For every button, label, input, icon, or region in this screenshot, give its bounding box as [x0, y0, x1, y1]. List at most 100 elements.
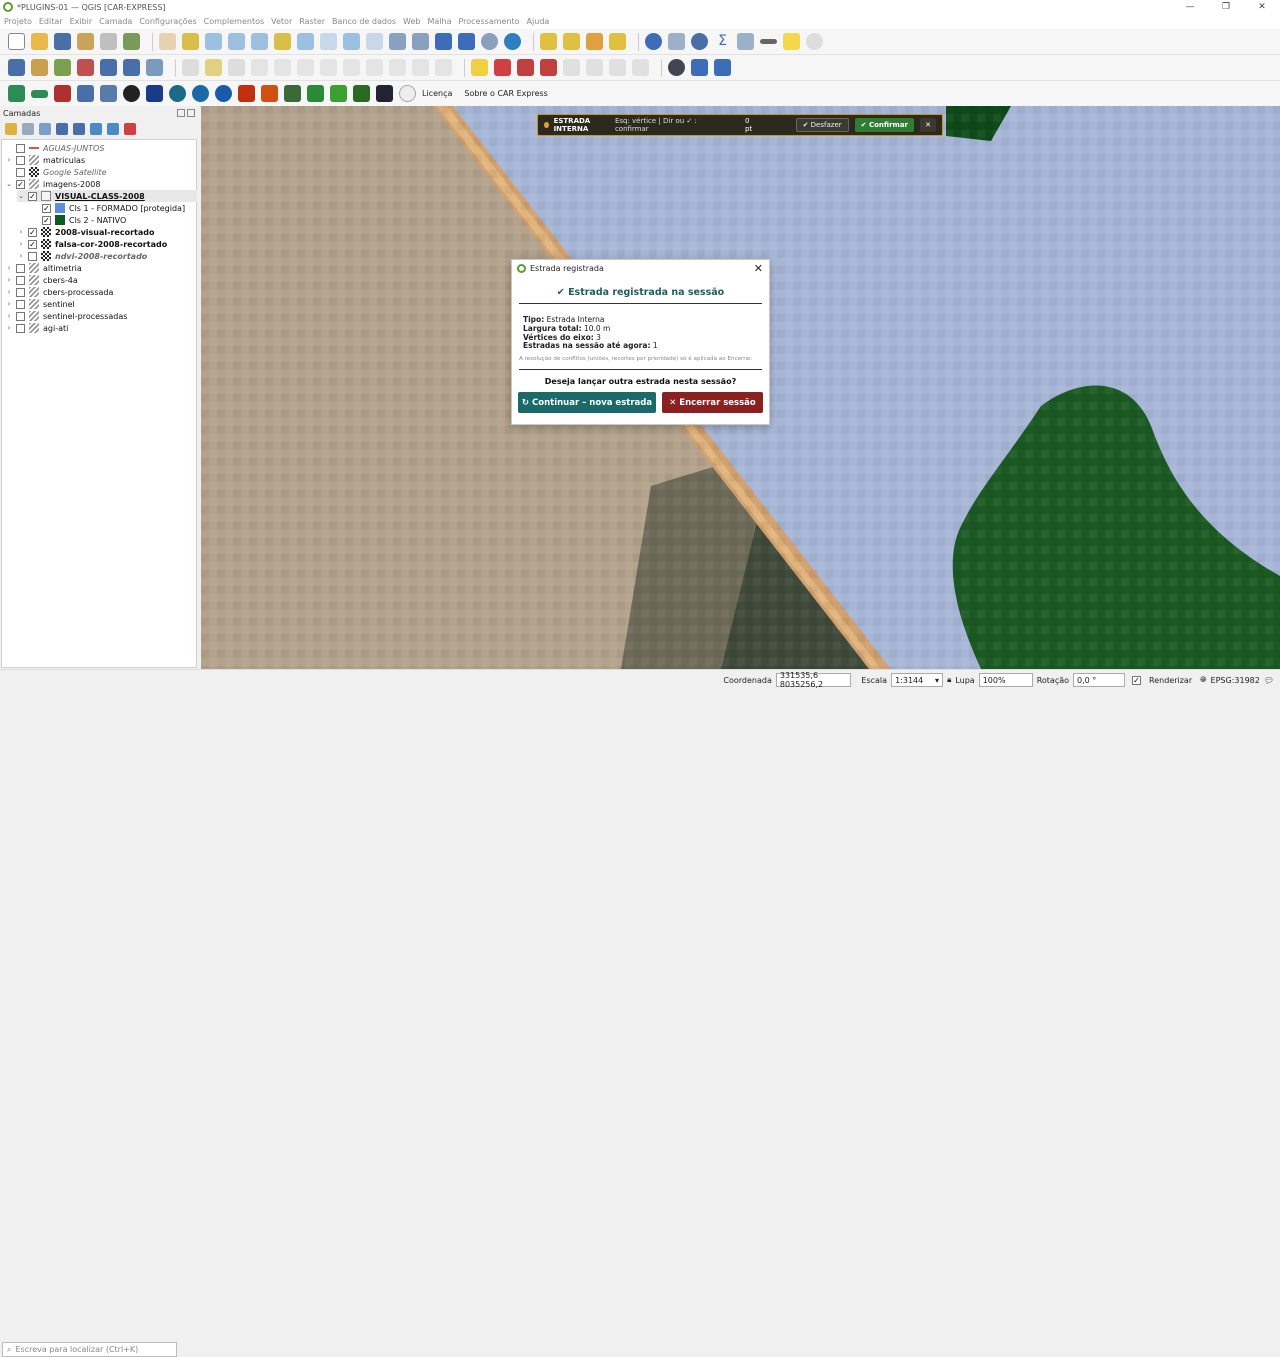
layer-item[interactable]: › cbers-4a: [5, 274, 78, 286]
car-cycle-icon[interactable]: [169, 85, 186, 102]
label-move-icon[interactable]: [563, 59, 580, 76]
zoom-full-icon[interactable]: [251, 33, 268, 50]
maximize-button[interactable]: ❐: [1208, 0, 1244, 14]
layer-checkbox[interactable]: [16, 299, 25, 309]
label-show-icon[interactable]: [632, 59, 649, 76]
toggle-edit-icon[interactable]: [182, 59, 199, 76]
deselect-icon[interactable]: [586, 33, 603, 50]
menu-camada[interactable]: Camada: [99, 17, 132, 26]
continue-new-road-button[interactable]: ↻ Continuar – nova estrada: [518, 392, 656, 414]
expand-arrow-icon[interactable]: ›: [5, 312, 13, 320]
layer-item[interactable]: › altimetria: [5, 262, 82, 274]
float-panel-icon[interactable]: [177, 109, 185, 117]
data-source-manager-icon[interactable]: [8, 59, 25, 76]
crs-button[interactable]: EPSG:31982: [1211, 676, 1260, 685]
messages-icon[interactable]: 💬︎: [1264, 676, 1274, 685]
expand-arrow-icon[interactable]: ›: [5, 264, 13, 272]
new-3d-view-icon[interactable]: [412, 33, 429, 50]
layer-checkbox[interactable]: ✓: [28, 227, 37, 237]
statistics-icon[interactable]: Σ: [714, 33, 731, 50]
layer-checkbox[interactable]: ✓: [16, 179, 25, 189]
temporal-icon[interactable]: [481, 33, 498, 50]
locator-search-input[interactable]: ⌕ Escreva para localizar (Ctrl+K): [2, 1342, 177, 1357]
select-features-icon[interactable]: [540, 33, 557, 50]
layer-item[interactable]: › matriculas: [5, 154, 85, 166]
add-raster-icon[interactable]: [123, 59, 140, 76]
magnifier-spinbox[interactable]: 100%: [978, 673, 1033, 687]
zoom-out-icon[interactable]: [228, 33, 245, 50]
cut-icon[interactable]: [343, 59, 360, 76]
layer-checkbox[interactable]: ✓: [28, 191, 37, 201]
measure-icon[interactable]: [760, 39, 777, 44]
expand-arrow-icon[interactable]: ›: [5, 156, 13, 164]
save-as-icon[interactable]: [77, 33, 94, 50]
layer-item[interactable]: › ✓ falsa-cor-2008-recortado: [17, 238, 167, 250]
car-road-icon[interactable]: [307, 85, 324, 102]
label-style-icon[interactable]: [494, 59, 511, 76]
menu-web[interactable]: Web: [403, 17, 420, 26]
field-calculator-icon[interactable]: [737, 33, 754, 50]
collapse-arrow-icon[interactable]: ⌄: [5, 180, 13, 188]
layer-checkbox[interactable]: [16, 275, 25, 285]
save-edits-icon[interactable]: [228, 59, 245, 76]
legend-item[interactable]: ✓ Cls 1 - FORMADO [protegida]: [39, 202, 185, 214]
expand-arrow-icon[interactable]: ›: [17, 252, 25, 260]
legend-checkbox[interactable]: ✓: [42, 203, 51, 213]
label-change-icon[interactable]: [609, 59, 626, 76]
zoom-selection-icon[interactable]: [274, 33, 291, 50]
redo-icon[interactable]: [435, 59, 452, 76]
label-abc-icon[interactable]: [540, 59, 557, 76]
car-settings-icon[interactable]: [77, 85, 94, 102]
help-icon[interactable]: [714, 59, 731, 76]
manage-themes-icon[interactable]: [39, 123, 51, 135]
dialog-close-button[interactable]: ✕: [754, 262, 763, 275]
layer-item-selected[interactable]: ⌄ ✓ VISUAL-CLASS-2008: [17, 190, 197, 202]
python-icon[interactable]: [691, 59, 708, 76]
layer-item[interactable]: AGUAS-JUNTOS: [5, 142, 104, 154]
pan-icon[interactable]: [159, 33, 176, 50]
car-bird-icon[interactable]: [215, 85, 232, 102]
menu-vetor[interactable]: Vetor: [271, 17, 292, 26]
layer-item[interactable]: › ✓ 2008-visual-recortado: [17, 226, 154, 238]
car-circle-icon[interactable]: [399, 85, 416, 102]
menu-configuracoes[interactable]: Configurações: [139, 17, 196, 26]
menu-banco-de-dados[interactable]: Banco de dados: [332, 17, 396, 26]
render-checkbox[interactable]: ✓: [1132, 675, 1142, 685]
scale-combobox[interactable]: 1:3144 ▾: [891, 673, 944, 687]
annotation-icon[interactable]: [783, 33, 800, 50]
processing-toolbox-icon[interactable]: [691, 33, 708, 50]
lock-icon[interactable]: 🔒︎: [947, 675, 951, 685]
select-by-value-icon[interactable]: [563, 33, 580, 50]
zoom-native-icon[interactable]: [320, 33, 337, 50]
expand-arrow-icon[interactable]: ›: [5, 300, 13, 308]
layer-item[interactable]: › agi-ati: [5, 322, 68, 334]
menu-editar[interactable]: Editar: [39, 17, 63, 26]
bookmark-new-icon[interactable]: [435, 33, 452, 50]
new-project-icon[interactable]: [8, 33, 25, 50]
car-report-icon[interactable]: [376, 85, 393, 102]
new-vector-icon[interactable]: [54, 59, 71, 76]
zoom-next-icon[interactable]: [366, 33, 383, 50]
remove-layer-icon[interactable]: [124, 123, 136, 135]
label-icon[interactable]: [471, 59, 488, 76]
expand-arrow-icon[interactable]: ›: [5, 276, 13, 284]
menu-exibir[interactable]: Exibir: [70, 17, 93, 26]
expand-arrow-icon[interactable]: ›: [17, 228, 25, 236]
end-session-button[interactable]: ✕ Encerrar sessão: [662, 392, 763, 414]
zoom-in-icon[interactable]: [205, 33, 222, 50]
layer-checkbox[interactable]: [16, 287, 25, 297]
car-map-icon[interactable]: [284, 85, 301, 102]
style-manager-icon[interactable]: [123, 33, 140, 50]
add-layer-icon[interactable]: [31, 59, 48, 76]
layer-item[interactable]: Google Satellite: [5, 166, 107, 178]
layer-checkbox[interactable]: [16, 323, 25, 333]
car-flag-icon[interactable]: [54, 85, 71, 102]
layer-item[interactable]: › ndvi-2008-recortado: [17, 250, 147, 262]
close-panel-icon[interactable]: [187, 109, 195, 117]
new-map-view-icon[interactable]: [389, 33, 406, 50]
expand-arrow-icon[interactable]: ›: [5, 288, 13, 296]
paste-icon[interactable]: [389, 59, 406, 76]
new-gpkg-icon[interactable]: [77, 59, 94, 76]
expand-all-icon[interactable]: [90, 123, 102, 135]
menu-raster[interactable]: Raster: [299, 17, 325, 26]
